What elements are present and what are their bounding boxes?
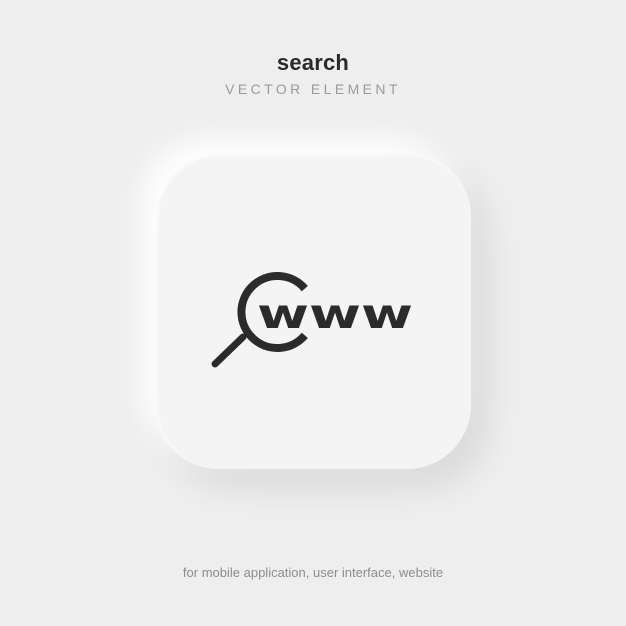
page-caption: for mobile application, user interface, …	[182, 565, 444, 580]
www-label: www	[257, 290, 413, 338]
search-www-icon: www	[208, 262, 418, 372]
page-title: search	[276, 50, 350, 75]
magnifier-handle-icon	[211, 333, 247, 368]
page-subtitle: VECTOR ELEMENT	[225, 81, 401, 97]
